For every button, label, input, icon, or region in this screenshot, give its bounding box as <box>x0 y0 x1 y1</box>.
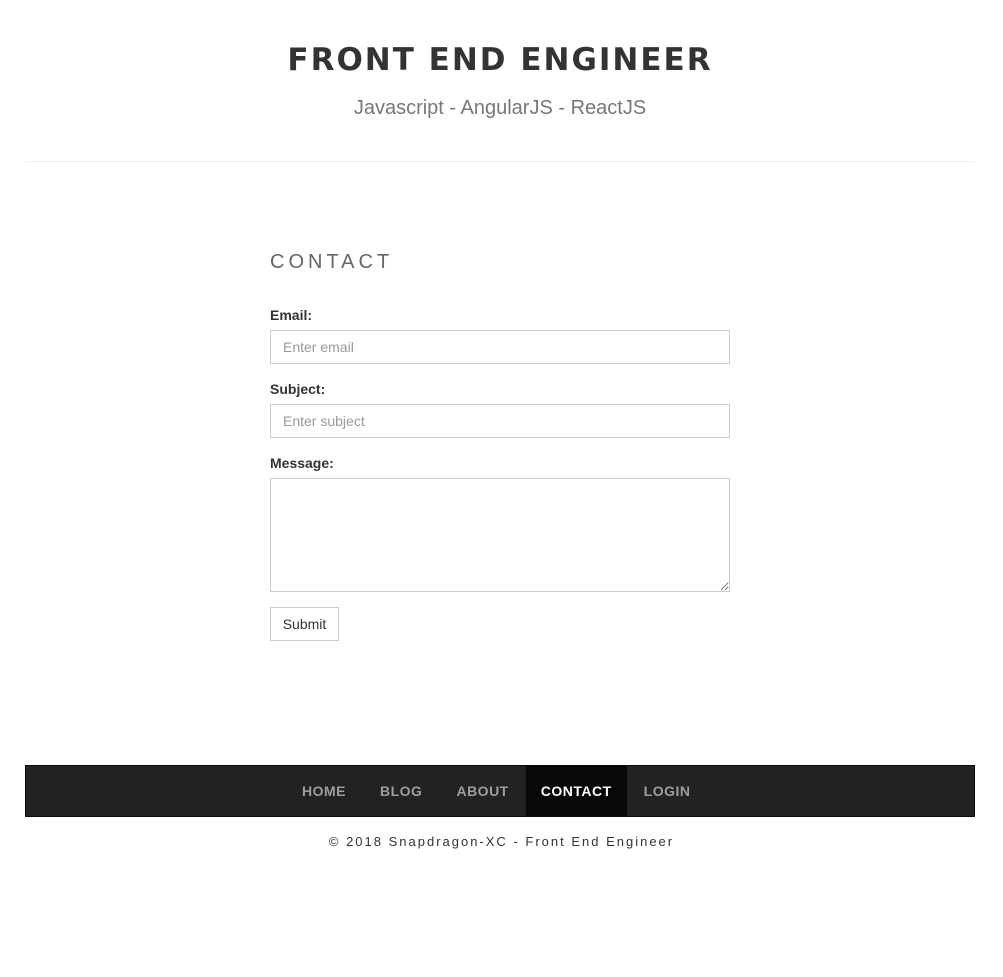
footer-copyright: © 2018 Snapdragon-XC - Front End Enginee… <box>328 834 675 849</box>
nav-item-home[interactable]: HOME <box>285 766 363 816</box>
nav-item-contact[interactable]: CONTACT <box>525 766 627 816</box>
page-title: CONTACT <box>270 251 394 273</box>
site-header: FRONT END ENGINEER Javascript - AngularJ… <box>25 0 975 162</box>
site-tagline: Javascript - AngularJS - ReactJS <box>353 97 647 119</box>
contact-form: Email: Subject: Message: Submit <box>270 306 730 641</box>
contact-section: CONTACT Email: Subject: Message: Submit <box>270 248 730 641</box>
nav-item-login[interactable]: LOGIN <box>627 766 708 816</box>
message-label: Message: <box>270 455 334 471</box>
submit-button[interactable]: Submit <box>270 607 339 641</box>
email-field[interactable] <box>270 330 730 364</box>
email-label: Email: <box>270 307 313 323</box>
nav-item-about[interactable]: ABOUT <box>439 766 525 816</box>
site-title: FRONT END ENGINEER <box>287 42 713 78</box>
bottom-navbar: HOME BLOG ABOUT CONTACT LOGIN <box>25 765 975 817</box>
subject-field[interactable] <box>270 404 730 438</box>
message-textarea[interactable] <box>270 478 730 592</box>
nav-list: HOME BLOG ABOUT CONTACT LOGIN <box>285 766 707 816</box>
subject-label: Subject: <box>270 381 326 397</box>
nav-item-blog[interactable]: BLOG <box>363 766 439 816</box>
